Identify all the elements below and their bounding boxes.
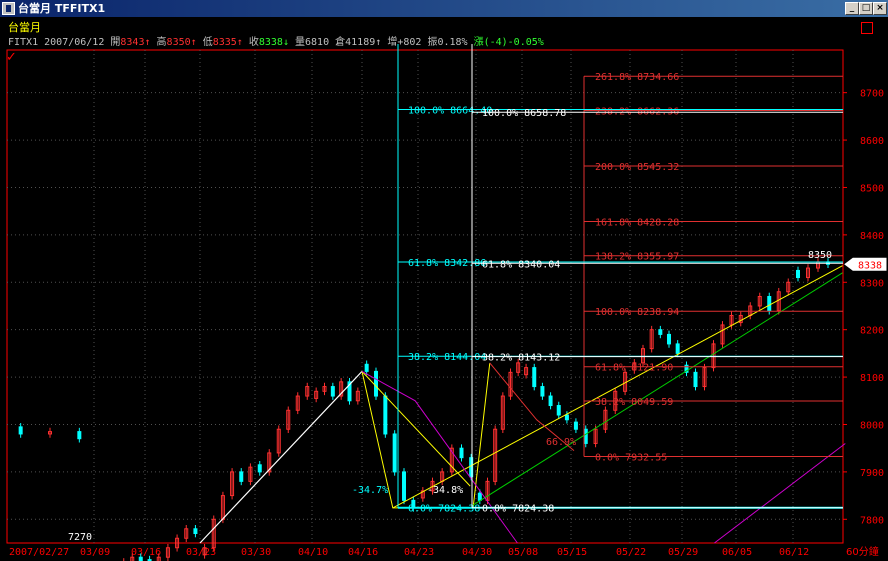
candle-body [138,556,143,561]
x-tick-label: 05/15 [557,547,587,558]
fib-red-label: 138.2% 8355.97 [595,252,679,263]
y-tick-label: 8500 [860,183,884,194]
x-tick-label: 03/30 [241,547,271,558]
fib-white-label: 0.0% 7824.38 [482,504,554,515]
fib-red-label: 200.0% 8545.32 [595,162,679,173]
candle-body [18,426,23,435]
y-tick-label: 8700 [860,89,884,100]
candle-body [693,371,698,388]
candle-body [796,269,800,279]
candle-body [364,363,369,372]
x-tick-label: 06/12 [779,547,809,558]
last-price-label: 8338 [858,260,882,271]
fib-red-label: 61.8% 8121.90 [595,363,673,374]
percent-label: -34.7% [352,485,388,496]
y-tick-label: 7800 [860,515,884,526]
candle-body [239,471,244,482]
x-tick-label: 03/16 [131,547,161,558]
y-tick-label: 8600 [860,136,884,147]
candle-body [548,395,553,407]
candle-body [477,492,482,501]
fib-red-label: 100.0% 8238.94 [595,307,679,318]
candlestick-chart[interactable]: 7800 7900 8000 8100 8200 8300 8400 8500 8600 8700… [0,0,888,561]
fib-white-label: 100.0% 8658.78 [482,108,566,119]
candle-body [667,333,671,345]
trend-line [361,371,471,487]
candle-body [77,431,82,440]
candle-body [573,421,578,430]
y-tick-label: 7900 [860,468,884,479]
x-tick-label: 03/09 [80,547,110,558]
x-tick-label: 05/22 [616,547,646,558]
x-tick-label: 04/30 [462,547,492,558]
candle-body [556,405,561,416]
trend-line [199,370,363,544]
x-tick-label: 03/23 [186,547,216,558]
fib-white-label: 38.2% 8143.12 [482,353,560,364]
percent-label: 66.9% [546,437,576,448]
y-tick-label: 8000 [860,420,884,431]
x-tick-label: 04/16 [348,547,378,558]
interval-label: 60分鐘 [846,545,879,558]
candle-body [193,528,198,535]
candle-body [767,296,772,312]
fib-red-label: 38.2% 8049.59 [595,397,673,408]
x-tick-label: 04/10 [298,547,328,558]
candle-body [675,343,680,354]
candle-body [402,471,406,501]
candle-body [392,433,397,473]
fib-red-label: 161.8% 8428.28 [595,217,679,228]
fib-red-label: 261.8% 8734.66 [595,72,679,83]
x-tick-label: 06/05 [722,547,752,558]
fib-cyan-label: 0.0% 7824.38 [408,504,480,515]
y-tick-label: 8400 [860,231,884,242]
x-tick-label: 04/23 [404,547,434,558]
candle-body [532,367,537,388]
fib-white-label: 61.8% 8340.04 [482,259,560,270]
fib-cyan-label: 100.0% 8664.40 [408,106,492,117]
candle-body [383,395,388,435]
candle-body [658,329,663,335]
y-tick-label: 8200 [860,326,884,337]
low-annotation: 7270 [68,532,92,543]
candle-body [374,370,378,397]
candle-body [583,428,588,444]
candle-body [257,464,262,473]
x-tick-label: 05/08 [508,547,538,558]
y-tick-label: 8100 [860,373,884,384]
x-tick-label: 05/29 [668,547,698,558]
percent-label: -34.8% [427,485,463,496]
candle-body [330,386,335,397]
x-tick-label: 2007/02/27 [9,547,69,558]
y-tick-label: 8300 [860,278,884,289]
plot-frame [6,49,844,544]
candle-body [540,386,545,397]
trend-line [714,443,846,544]
fib-cyan-label: 38.2% 8144.04 [408,352,486,363]
fib-red-label: 0.0% 7932.55 [595,452,667,463]
candle-body [459,447,464,459]
candle-body [564,414,569,421]
high-annotation: 8350 [808,250,832,261]
